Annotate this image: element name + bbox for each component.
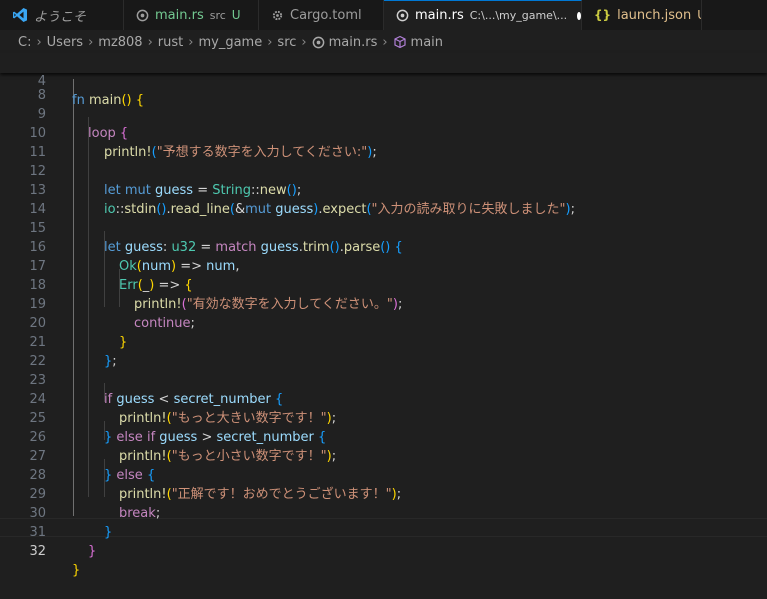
- chevron-right-icon: ›: [301, 34, 307, 50]
- code-line: 11: [0, 124, 767, 160]
- code-line: 30 }: [0, 485, 767, 540]
- breadcrumb-item[interactable]: C:: [18, 35, 31, 50]
- code-line: 21 };: [0, 314, 767, 369]
- bracket: {: [135, 93, 145, 108]
- tab-launch-json[interactable]: {} launch.json U: [582, 0, 702, 30]
- breadcrumb-item[interactable]: rust: [158, 35, 183, 50]
- code-token: main: [88, 93, 122, 108]
- code-line: 26 println!("もっと小さい数字です！");: [0, 409, 767, 464]
- code-line: 25 } else if guess > secret_number {: [0, 390, 767, 445]
- code-line: 13 io::stdin().read_line(&mut guess).exp…: [0, 162, 767, 217]
- rust-file-icon: [312, 36, 325, 49]
- gear-icon: [271, 9, 284, 22]
- rust-file-icon: [396, 9, 409, 22]
- sticky-scroll-header[interactable]: 4 fn main() {: [0, 53, 767, 108]
- code-line: 27 } else {: [0, 428, 767, 483]
- code-line: 20 }: [0, 295, 767, 350]
- line-number: 32: [29, 544, 46, 559]
- chevron-right-icon: ›: [267, 34, 273, 50]
- code-line: 16 Ok(num) => num,: [0, 219, 767, 274]
- tab-main-rs-active[interactable]: main.rs C:\...\my_game\...: [384, 0, 582, 30]
- breadcrumb-item[interactable]: Users: [47, 35, 83, 50]
- code-line: 15 let guess: u32 = match guess.trim().p…: [0, 200, 767, 255]
- code-line: 24 println!("もっと大きい数字です！");: [0, 371, 767, 426]
- unsaved-dot-icon[interactable]: [577, 11, 581, 20]
- tab-bar: ようこそ main.rs src U Cargo.toml main.rs C:…: [0, 0, 767, 30]
- tab-label: Cargo.toml: [290, 7, 362, 23]
- code-line: 22: [0, 333, 767, 369]
- code-editor[interactable]: 8 9 loop { 10 println!("予想する数字を入力してください:…: [0, 53, 767, 578]
- code-line: 29 break;: [0, 466, 767, 521]
- cube-symbol-icon: [393, 35, 407, 49]
- tab-label: ようこそ: [34, 9, 87, 25]
- breadcrumb-item[interactable]: mz808: [98, 35, 142, 50]
- tab-description: src: [209, 8, 226, 22]
- chevron-right-icon: ›: [382, 34, 388, 50]
- tab-description: C:\...\my_game\...: [469, 9, 568, 22]
- vscode-logo-icon: [12, 7, 28, 23]
- tab-main-rs-src[interactable]: main.rs src U: [124, 0, 259, 30]
- tab-label: launch.json: [617, 7, 692, 23]
- breadcrumb: C: › Users › mz808 › rust › my_game › sr…: [0, 31, 767, 53]
- bracket: (): [121, 93, 132, 108]
- braces-icon: {}: [594, 8, 612, 22]
- tab-label: main.rs: [155, 7, 204, 23]
- tab-welcome[interactable]: ようこそ: [0, 0, 124, 30]
- line-number: 4: [37, 74, 46, 89]
- untracked-badge: U: [231, 8, 241, 22]
- code-line: 18 println!("有効な数字を入力してください。");: [0, 257, 767, 312]
- code-line: 31 }: [0, 504, 767, 559]
- code-line: 28 println!("正解です！おめでとうございます！");: [0, 447, 767, 502]
- code-line: 14: [0, 181, 767, 217]
- code-line: 23 if guess < secret_number {: [0, 352, 767, 407]
- rust-file-icon: [136, 9, 149, 22]
- chevron-right-icon: ›: [188, 34, 194, 50]
- code-line: 19 continue;: [0, 276, 767, 331]
- chevron-right-icon: ›: [36, 34, 42, 50]
- code-token: fn: [72, 93, 85, 108]
- code-line: 12 let mut guess = String::new();: [0, 143, 767, 198]
- code-line: 32 }: [0, 523, 767, 578]
- bracket: }: [72, 563, 81, 578]
- breadcrumb-item[interactable]: my_game: [198, 35, 262, 50]
- breadcrumb-item[interactable]: main: [411, 35, 443, 50]
- chevron-right-icon: ›: [88, 34, 94, 50]
- breadcrumb-item[interactable]: src: [277, 35, 296, 50]
- tab-label: main.rs: [415, 8, 464, 23]
- tab-cargo-toml[interactable]: Cargo.toml: [259, 0, 384, 30]
- untracked-badge: U: [697, 8, 701, 22]
- breadcrumb-item[interactable]: main.rs: [329, 35, 378, 50]
- code-line: 17 Err(_) => {: [0, 238, 767, 293]
- bracket: }: [88, 544, 97, 559]
- chevron-right-icon: ›: [147, 34, 153, 50]
